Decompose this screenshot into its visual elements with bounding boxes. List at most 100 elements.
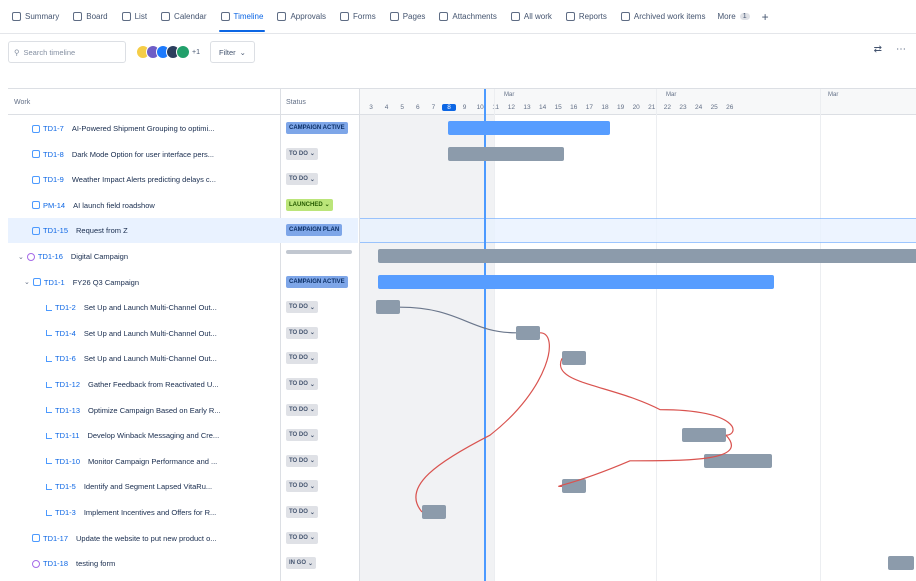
status-label: TO DO bbox=[289, 432, 308, 439]
status-badge[interactable]: IN GO ⌄ bbox=[286, 557, 317, 570]
tab-board[interactable]: Board bbox=[67, 0, 113, 34]
work-item-key[interactable]: TD1-18 bbox=[32, 559, 68, 568]
tab-label: Archived work items bbox=[633, 12, 706, 21]
work-item-summary[interactable]: Request from Z bbox=[76, 226, 128, 235]
work-item-key[interactable]: PM-14 bbox=[32, 201, 65, 210]
status-badge[interactable]: TO DO ⌄ bbox=[286, 352, 318, 365]
table-row[interactable]: ⌄ TD1-16 Digital Campaign bbox=[8, 244, 358, 269]
tab-label: Reports bbox=[578, 12, 607, 21]
epic-icon bbox=[32, 559, 40, 568]
status-badge[interactable]: TO DO ⌄ bbox=[286, 403, 318, 416]
work-item-summary[interactable]: Identify and Segment Lapsed VitaRu... bbox=[84, 482, 212, 491]
work-item-key-text: TD1-10 bbox=[55, 456, 81, 466]
work-item-key[interactable]: TD1-13 bbox=[46, 406, 80, 415]
status-badge[interactable]: CAMPAIGN ACTIVE bbox=[286, 122, 348, 134]
work-item-key[interactable]: TD1-15 bbox=[32, 226, 68, 235]
work-item-key[interactable]: TD1-17 bbox=[32, 534, 68, 543]
work-item-key[interactable]: TD1-11 bbox=[46, 431, 79, 440]
status-badge[interactable]: TO DO ⌄ bbox=[286, 429, 318, 442]
work-item-summary[interactable]: Set Up and Launch Multi-Channel Out... bbox=[84, 354, 217, 363]
more-actions-icon[interactable]: ⋯ bbox=[896, 44, 906, 55]
work-item-summary[interactable]: Weather Impact Alerts predicting delays … bbox=[72, 175, 216, 184]
work-item-summary[interactable]: Set Up and Launch Multi-Channel Out... bbox=[84, 303, 217, 312]
chevron-down-icon[interactable]: ⌄ bbox=[24, 278, 30, 286]
search-timeline-input[interactable]: ⚲ Search timeline bbox=[8, 41, 126, 63]
work-item-key-text: TD1-2 bbox=[55, 303, 76, 313]
tab-list[interactable]: List bbox=[116, 0, 153, 34]
task-checkbox-icon bbox=[32, 150, 40, 159]
work-item-summary[interactable]: Set Up and Launch Multi-Channel Out... bbox=[84, 329, 217, 338]
tab-attachments[interactable]: Attachments bbox=[433, 0, 502, 34]
work-item-summary[interactable]: testing form bbox=[76, 559, 115, 568]
work-item-key[interactable]: TD1-3 bbox=[46, 508, 76, 517]
status-badge[interactable]: TO DO ⌄ bbox=[286, 301, 318, 314]
chevron-down-icon: ⌄ bbox=[309, 304, 315, 311]
work-item-key[interactable]: TD1-7 bbox=[32, 124, 64, 133]
tab-calendar[interactable]: Calendar bbox=[155, 0, 212, 34]
status-label: TO DO bbox=[289, 457, 308, 464]
status-badge[interactable]: TO DO ⌄ bbox=[286, 378, 318, 390]
avatar[interactable] bbox=[176, 45, 190, 59]
work-item-summary[interactable]: Update the website to put new product o.… bbox=[76, 534, 217, 543]
tab-timeline[interactable]: Timeline bbox=[215, 0, 270, 34]
status-badge[interactable]: TO DO ⌄ bbox=[286, 480, 318, 493]
work-item-summary[interactable]: Monitor Campaign Performance and ... bbox=[88, 457, 217, 466]
work-item-key[interactable]: TD1-16 bbox=[26, 252, 63, 261]
work-item-summary[interactable]: AI launch field roadshow bbox=[73, 201, 155, 210]
avatar-group[interactable]: +1 bbox=[136, 45, 200, 59]
work-item-summary[interactable]: Implement Incentives and Offers for R... bbox=[84, 508, 216, 517]
work-item-summary[interactable]: Dark Mode Option for user interface pers… bbox=[72, 150, 214, 159]
list-icon bbox=[121, 12, 131, 21]
dependency-line[interactable] bbox=[558, 434, 732, 487]
work-item-key[interactable]: TD1-5 bbox=[46, 482, 76, 491]
work-item-key[interactable]: TD1-2 bbox=[46, 303, 76, 312]
add-view-button[interactable]: + bbox=[756, 10, 775, 24]
tab-forms[interactable]: Forms bbox=[334, 0, 382, 34]
dependency-lines bbox=[399, 306, 734, 513]
work-item-key[interactable]: TD1-8 bbox=[32, 150, 64, 159]
status-badge[interactable]: LAUNCHED ⌄ bbox=[286, 198, 333, 211]
tab-approvals[interactable]: Approvals bbox=[271, 0, 332, 34]
filter-button[interactable]: Filter ⌄ bbox=[209, 41, 255, 63]
dependency-line[interactable] bbox=[415, 332, 550, 513]
work-item-key[interactable]: TD1-4 bbox=[46, 329, 76, 338]
status-badge[interactable]: TO DO ⌄ bbox=[286, 506, 318, 518]
chevron-down-icon[interactable]: ⌄ bbox=[18, 253, 24, 261]
work-item-summary[interactable]: AI-Powered Shipment Grouping to optimi..… bbox=[72, 124, 215, 133]
tab-pages[interactable]: Pages bbox=[384, 0, 432, 34]
status-badge[interactable]: TO DO ⌄ bbox=[286, 147, 318, 160]
tab-label: All work bbox=[523, 12, 552, 21]
work-item-summary[interactable]: Digital Campaign bbox=[71, 252, 128, 261]
status-badge[interactable]: TO DO ⌄ bbox=[286, 173, 318, 186]
work-item-summary[interactable]: Gather Feedback from Reactivated U... bbox=[88, 380, 218, 389]
more-label: More bbox=[717, 12, 736, 21]
status-badge[interactable]: TO DO ⌄ bbox=[286, 531, 318, 544]
work-item-summary[interactable]: Optimize Campaign Based on Early R... bbox=[88, 406, 221, 415]
dependency-line[interactable] bbox=[399, 306, 517, 334]
status-badge[interactable]: CAMPAIGN ACTIVE bbox=[286, 275, 348, 288]
timeline-grid: Work Status TD1-7 AI-Powered Shipment Gro… bbox=[8, 88, 916, 581]
work-item-key[interactable]: TD1-9 bbox=[32, 175, 64, 184]
status-badge[interactable]: TO DO ⌄ bbox=[286, 326, 318, 339]
search-icon: ⚲ bbox=[14, 47, 20, 57]
chevron-down-icon: ⌄ bbox=[309, 151, 315, 158]
work-item-key[interactable]: TD1-6 bbox=[46, 354, 76, 363]
tab-archived-work-items[interactable]: Archived work items bbox=[615, 0, 712, 34]
status-badge[interactable]: TO DO ⌄ bbox=[286, 454, 318, 467]
tab-reports[interactable]: Reports bbox=[560, 0, 613, 34]
board-icon bbox=[73, 12, 83, 21]
paperclip-icon bbox=[439, 12, 449, 21]
status-badge[interactable]: CAMPAIGN PLAN bbox=[286, 224, 343, 237]
work-item-key-text: TD1-3 bbox=[55, 508, 76, 517]
tab-all-work[interactable]: All work bbox=[505, 0, 558, 34]
work-item-key-text: TD1-9 bbox=[43, 175, 64, 185]
view-settings-icon[interactable]: ⇄ bbox=[874, 44, 882, 55]
dependency-line[interactable] bbox=[559, 358, 734, 436]
work-item-key[interactable]: TD1-12 bbox=[46, 380, 80, 389]
work-item-summary[interactable]: Develop Winback Messaging and Cre... bbox=[87, 431, 219, 440]
work-item-key[interactable]: TD1-10 bbox=[46, 457, 80, 466]
more-tabs-button[interactable]: More 1 bbox=[713, 12, 753, 21]
tab-summary[interactable]: Summary bbox=[6, 0, 65, 34]
work-item-summary[interactable]: FY26 Q3 Campaign bbox=[73, 278, 139, 287]
work-item-key[interactable]: TD1-1 bbox=[32, 278, 65, 287]
